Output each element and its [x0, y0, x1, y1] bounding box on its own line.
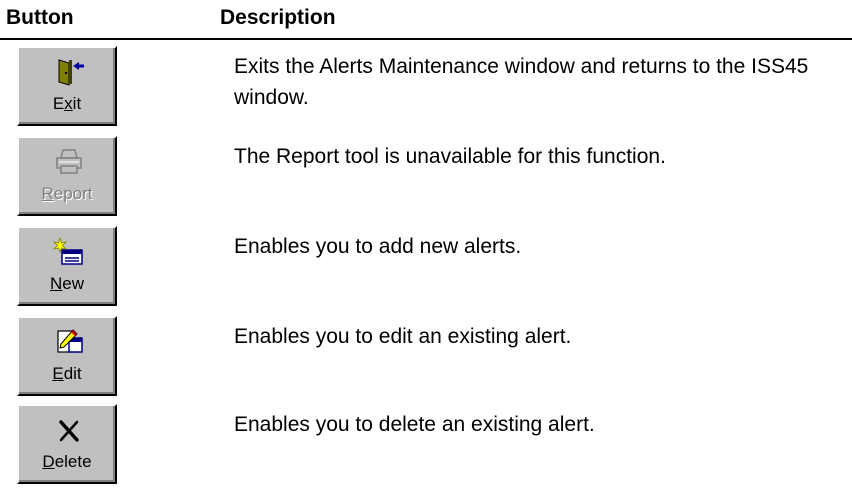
report-button-label: Report — [41, 184, 93, 203]
edit-description: Enables you to edit an existing alert. — [234, 325, 572, 348]
exit-button-label: Exit — [52, 94, 82, 113]
exit-button[interactable]: Exit — [17, 46, 117, 126]
report-button[interactable]: Report — [17, 136, 117, 216]
column-header-description: Description — [220, 6, 336, 29]
printer-icon — [56, 149, 82, 174]
table-row-delete: Delete Enables you to delete an existing… — [0, 400, 852, 490]
table-row-report: Report The Report tool is unavailable fo… — [0, 132, 852, 222]
delete-button-label: Delete — [42, 452, 92, 471]
new-button-label: New — [49, 274, 84, 293]
delete-x-icon — [59, 420, 79, 442]
delete-button[interactable]: Delete — [17, 404, 117, 484]
exit-door-icon — [58, 59, 84, 86]
new-description: Enables you to add new alerts. — [234, 235, 522, 258]
new-document-icon — [53, 236, 83, 265]
report-description: The Report tool is unavailable for this … — [234, 145, 666, 168]
edit-button-label: Edit — [52, 364, 82, 383]
edit-pencil-icon — [57, 329, 83, 353]
table-row-exit: Exit Exits the Alerts Maintenance window… — [0, 42, 852, 132]
delete-description: Enables you to delete an existing alert. — [234, 413, 595, 436]
header-divider — [0, 38, 852, 40]
table-row-new: New Enables you to add new alerts. — [0, 222, 852, 312]
table-row-edit: Edit Enables you to edit an existing ale… — [0, 312, 852, 402]
column-header-button: Button — [6, 6, 74, 29]
new-button[interactable]: New — [17, 226, 117, 306]
edit-button[interactable]: Edit — [17, 316, 117, 396]
exit-description: Exits the Alerts Maintenance window and … — [234, 55, 809, 109]
